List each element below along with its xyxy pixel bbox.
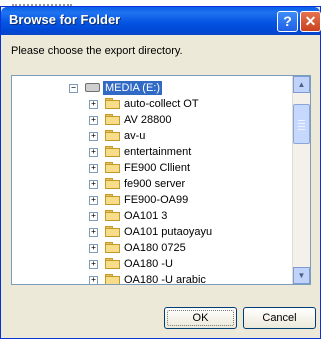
folder-icon bbox=[105, 178, 120, 189]
expand-icon[interactable]: + bbox=[89, 228, 98, 237]
tree-item-label[interactable]: entertainment bbox=[124, 145, 191, 159]
drive-icon bbox=[85, 83, 100, 92]
expand-icon[interactable]: + bbox=[89, 100, 98, 109]
tree-item[interactable]: + OA101 3 bbox=[12, 208, 292, 224]
tree-item[interactable]: + OA180 0725 bbox=[12, 240, 292, 256]
expand-icon[interactable]: + bbox=[89, 260, 98, 269]
tree-item-label[interactable]: auto-collect OT bbox=[124, 97, 199, 111]
collapse-icon[interactable]: − bbox=[69, 84, 78, 93]
expand-icon[interactable]: + bbox=[89, 244, 98, 253]
tree-item[interactable]: + OA101 putaoyayu bbox=[12, 224, 292, 240]
folder-icon bbox=[105, 98, 120, 109]
expand-icon[interactable]: + bbox=[89, 148, 98, 157]
tree-item[interactable]: + auto-collect OT bbox=[12, 96, 292, 112]
scroll-up-button[interactable]: ▲ bbox=[293, 76, 310, 93]
tree-item-label[interactable]: OA101 putaoyayu bbox=[124, 225, 212, 239]
folder-icon bbox=[105, 242, 120, 253]
prompt-text: Please choose the export directory. bbox=[11, 45, 183, 57]
scroll-down-button[interactable]: ▼ bbox=[293, 267, 310, 284]
scroll-thumb[interactable] bbox=[293, 104, 310, 144]
folder-icon bbox=[105, 274, 120, 284]
help-button[interactable]: ? bbox=[277, 11, 298, 32]
tree-item-label[interactable]: OA180 0725 bbox=[124, 241, 186, 255]
expand-icon[interactable]: + bbox=[89, 180, 98, 189]
folder-icon bbox=[105, 114, 120, 125]
tree-item[interactable]: + av-u bbox=[12, 128, 292, 144]
tree-item-label[interactable]: FE900 Cllient bbox=[124, 161, 190, 175]
folder-icon bbox=[105, 226, 120, 237]
folder-tree[interactable]: − MEDIA (E:) + auto-collect OT + AV 2880… bbox=[11, 75, 311, 285]
tree-item-label[interactable]: OA180 -U arabic bbox=[124, 273, 206, 284]
expand-icon[interactable]: + bbox=[89, 132, 98, 141]
title-bar[interactable]: Browse for Folder ? ✕ bbox=[1, 7, 321, 35]
folder-icon bbox=[105, 162, 120, 173]
folder-icon bbox=[105, 258, 120, 269]
tree-item-label[interactable]: FE900-OA99 bbox=[124, 193, 188, 207]
folder-icon bbox=[105, 194, 120, 205]
folder-icon bbox=[105, 130, 120, 141]
expand-icon[interactable]: + bbox=[89, 212, 98, 221]
browse-for-folder-dialog: Browse for Folder ? ✕ Please choose the … bbox=[0, 6, 321, 339]
cancel-button[interactable]: Cancel bbox=[243, 307, 316, 329]
expand-icon[interactable]: + bbox=[89, 164, 98, 173]
grip-line bbox=[298, 123, 305, 124]
tree-item-label[interactable]: OA101 3 bbox=[124, 209, 167, 223]
tree-item-label[interactable]: MEDIA (E:) bbox=[103, 81, 163, 95]
grip-line bbox=[298, 129, 305, 130]
ok-button[interactable]: OK bbox=[164, 307, 237, 329]
tree-item-label[interactable]: AV 28800 bbox=[124, 113, 172, 127]
tree-item-label[interactable]: av-u bbox=[124, 129, 145, 143]
folder-icon bbox=[105, 210, 120, 221]
tree-item-label[interactable]: fe900 server bbox=[124, 177, 185, 191]
grip-line bbox=[298, 126, 305, 127]
dialog-title: Browse for Folder bbox=[9, 12, 121, 27]
tree-root-drive[interactable]: − MEDIA (E:) bbox=[12, 80, 292, 96]
folder-icon bbox=[105, 146, 120, 157]
tree-item[interactable]: + OA180 -U bbox=[12, 256, 292, 272]
tree-item[interactable]: + FE900 Cllient bbox=[12, 160, 292, 176]
tree-item[interactable]: + FE900-OA99 bbox=[12, 192, 292, 208]
tree-item-label[interactable]: OA180 -U bbox=[124, 257, 173, 271]
expand-icon[interactable]: + bbox=[89, 116, 98, 125]
expand-icon[interactable]: + bbox=[89, 276, 98, 284]
expand-icon[interactable]: + bbox=[89, 196, 98, 205]
vertical-scrollbar[interactable]: ▲ ▼ bbox=[292, 76, 310, 284]
tree-item[interactable]: + AV 28800 bbox=[12, 112, 292, 128]
close-button[interactable]: ✕ bbox=[300, 11, 321, 32]
grip-line bbox=[298, 120, 305, 121]
tree-item[interactable]: + OA180 -U arabic bbox=[12, 272, 292, 284]
tree-item[interactable]: + entertainment bbox=[12, 144, 292, 160]
tree-item[interactable]: + fe900 server bbox=[12, 176, 292, 192]
